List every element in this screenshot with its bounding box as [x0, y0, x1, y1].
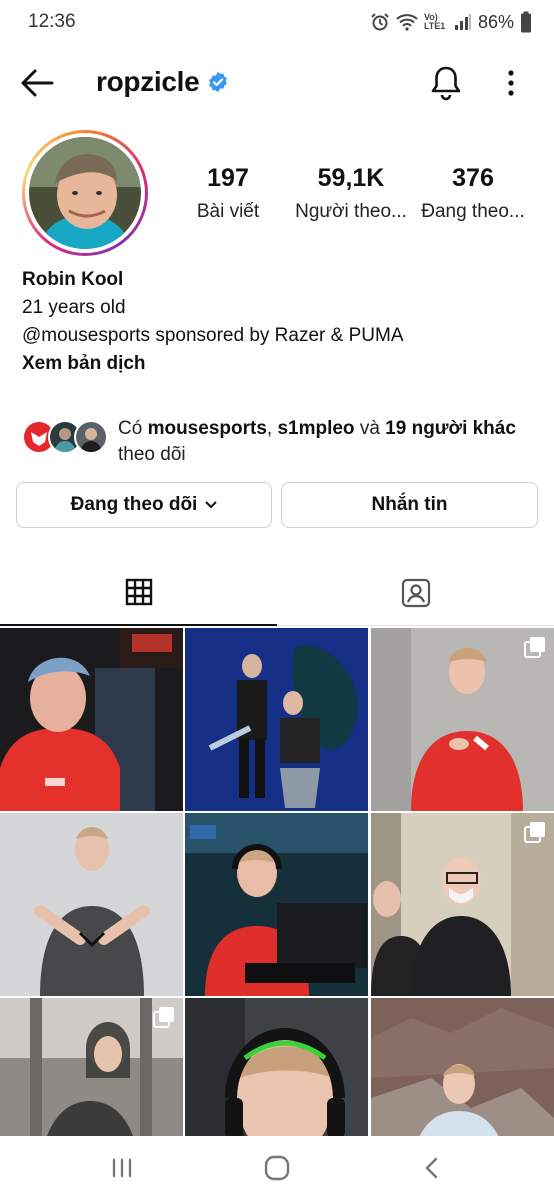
- bell-icon: [431, 66, 461, 101]
- network-label: Vo) LTE1: [423, 12, 446, 31]
- back-chevron-icon: [425, 1157, 438, 1179]
- tab-tagged[interactable]: [277, 560, 554, 626]
- message-button[interactable]: Nhắn tin: [281, 482, 538, 528]
- stat-followers[interactable]: 59,1K Người theo...: [286, 164, 416, 223]
- username-text: ropzicle: [96, 66, 200, 97]
- back-nav-button[interactable]: [412, 1150, 452, 1186]
- tab-posts-grid[interactable]: [0, 560, 277, 626]
- following-button[interactable]: Đang theo dõi: [16, 482, 272, 528]
- status-icons: Vo) LTE1 86%: [370, 9, 532, 35]
- stat-following[interactable]: 376 Đang theo...: [408, 164, 538, 223]
- profile-stats: 197 Bài viết 59,1K Người theo... 376 Đan…: [180, 164, 540, 234]
- avatar-photo: [29, 137, 141, 249]
- back-button[interactable]: [18, 66, 58, 100]
- signal-icon: [454, 14, 471, 30]
- display-name: Robin Kool: [22, 269, 124, 290]
- multiple-photos-icon: [153, 1007, 174, 1028]
- bio-line-sponsor[interactable]: @mousesports sponsored by Razer & PUMA: [22, 322, 542, 350]
- post-9[interactable]: [371, 998, 554, 1136]
- posts-grid: [0, 628, 554, 1136]
- post-8[interactable]: [185, 998, 368, 1136]
- alarm-icon: [371, 13, 389, 31]
- post-5[interactable]: [185, 813, 368, 996]
- post-2[interactable]: [185, 628, 368, 811]
- recent-apps-icon: [112, 1158, 132, 1178]
- battery-percent: 86%: [477, 11, 514, 32]
- follower-avatar-3: [74, 420, 108, 454]
- followed-by-text: Có mousesports, s1mpleo và 19 người khác…: [118, 418, 516, 465]
- follower-name-1[interactable]: mousesports: [148, 418, 267, 439]
- battery-icon: [521, 11, 531, 33]
- post-4[interactable]: [0, 813, 183, 996]
- system-navigation-bar: [0, 1136, 554, 1200]
- recent-apps-button[interactable]: [102, 1150, 142, 1186]
- chevron-down-icon: [205, 501, 218, 509]
- posts-label: Bài viết: [196, 201, 260, 222]
- following-count: 376: [452, 164, 494, 192]
- bio-line-age: 21 years old: [22, 297, 126, 318]
- post-6[interactable]: [371, 813, 554, 996]
- followers-count: 59,1K: [317, 164, 385, 192]
- see-translation-link[interactable]: Xem bản dịch: [22, 350, 542, 378]
- post-1[interactable]: [0, 628, 183, 811]
- status-time: 12:36: [28, 11, 76, 32]
- tagged-icon: [401, 578, 430, 607]
- more-options-button[interactable]: [498, 66, 524, 100]
- stat-posts[interactable]: 197 Bài viết: [163, 164, 293, 223]
- followers-label: Người theo...: [295, 201, 407, 222]
- profile-tabs: [0, 560, 554, 626]
- following-label: Đang theo...: [421, 201, 525, 222]
- notifications-button[interactable]: [428, 64, 464, 102]
- message-button-label: Nhắn tin: [371, 494, 448, 515]
- more-vertical-icon: [508, 70, 514, 96]
- home-icon: [264, 1155, 290, 1181]
- multiple-photos-icon: [524, 637, 545, 658]
- back-arrow-icon: [21, 69, 54, 97]
- verified-badge-icon: [209, 71, 228, 93]
- followed-by[interactable]: Có mousesports, s1mpleo và 19 người khác…: [22, 414, 542, 470]
- home-button[interactable]: [257, 1150, 297, 1186]
- status-bar: 12:36 Vo) LTE1 86%: [0, 0, 554, 44]
- follower-avatars: [22, 420, 108, 456]
- following-button-label: Đang theo dõi: [70, 494, 198, 515]
- post-3[interactable]: [371, 628, 554, 811]
- follower-others[interactable]: 19 người khác: [385, 418, 516, 439]
- profile-username: ropzicle: [96, 66, 229, 98]
- profile-actions: Đang theo dõi Nhắn tin: [16, 482, 538, 528]
- profile-bio: Robin Kool 21 years old @mousesports spo…: [22, 266, 542, 378]
- posts-count: 197: [207, 164, 249, 192]
- followed-by-suffix: theo dõi: [118, 444, 186, 465]
- follower-name-2[interactable]: s1mpleo: [277, 418, 354, 439]
- profile-header: ropzicle: [0, 52, 554, 114]
- grid-icon: [125, 578, 152, 606]
- wifi-icon: [396, 14, 418, 31]
- profile-avatar[interactable]: [22, 130, 148, 256]
- post-7[interactable]: [0, 998, 183, 1136]
- multiple-photos-icon: [524, 822, 545, 843]
